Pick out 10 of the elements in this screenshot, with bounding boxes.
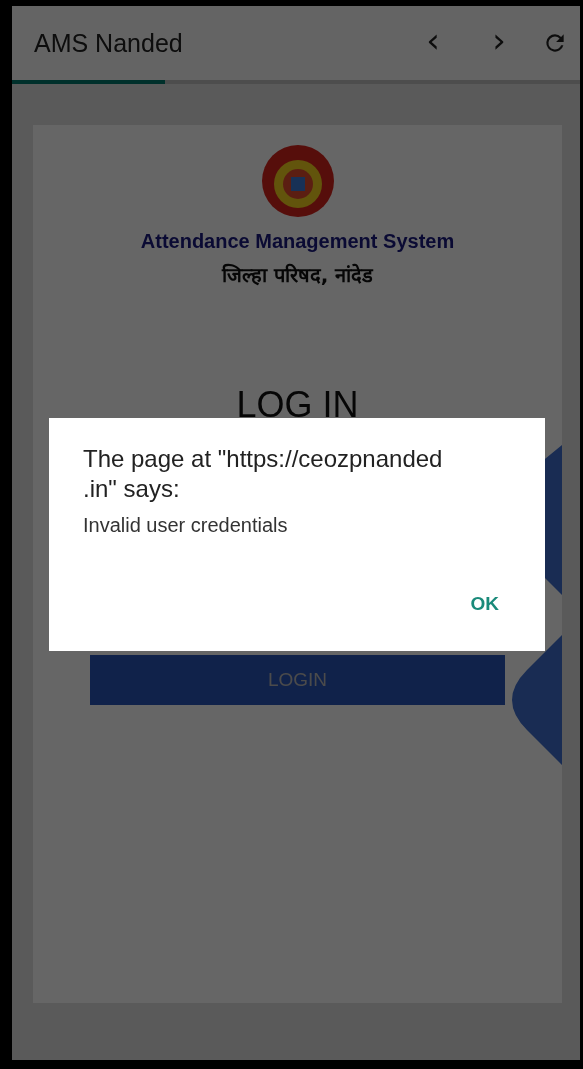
dialog-message: Invalid user credentials	[83, 514, 289, 537]
system-title: Attendance Management System	[140, 230, 455, 253]
district-name: जिल्हा परिषद, नांदेड	[221, 262, 374, 288]
dialog-title: The page at "https://ceozpnanded .in" says:	[83, 444, 444, 504]
app-title: AMS Nanded	[34, 28, 184, 58]
ok-button[interactable]: OK	[458, 589, 511, 619]
back-button[interactable]: ‹	[400, 20, 466, 66]
emblem-icon	[260, 144, 335, 218]
forward-button[interactable]: ›	[466, 20, 532, 66]
login-heading: LOG IN	[236, 384, 359, 426]
